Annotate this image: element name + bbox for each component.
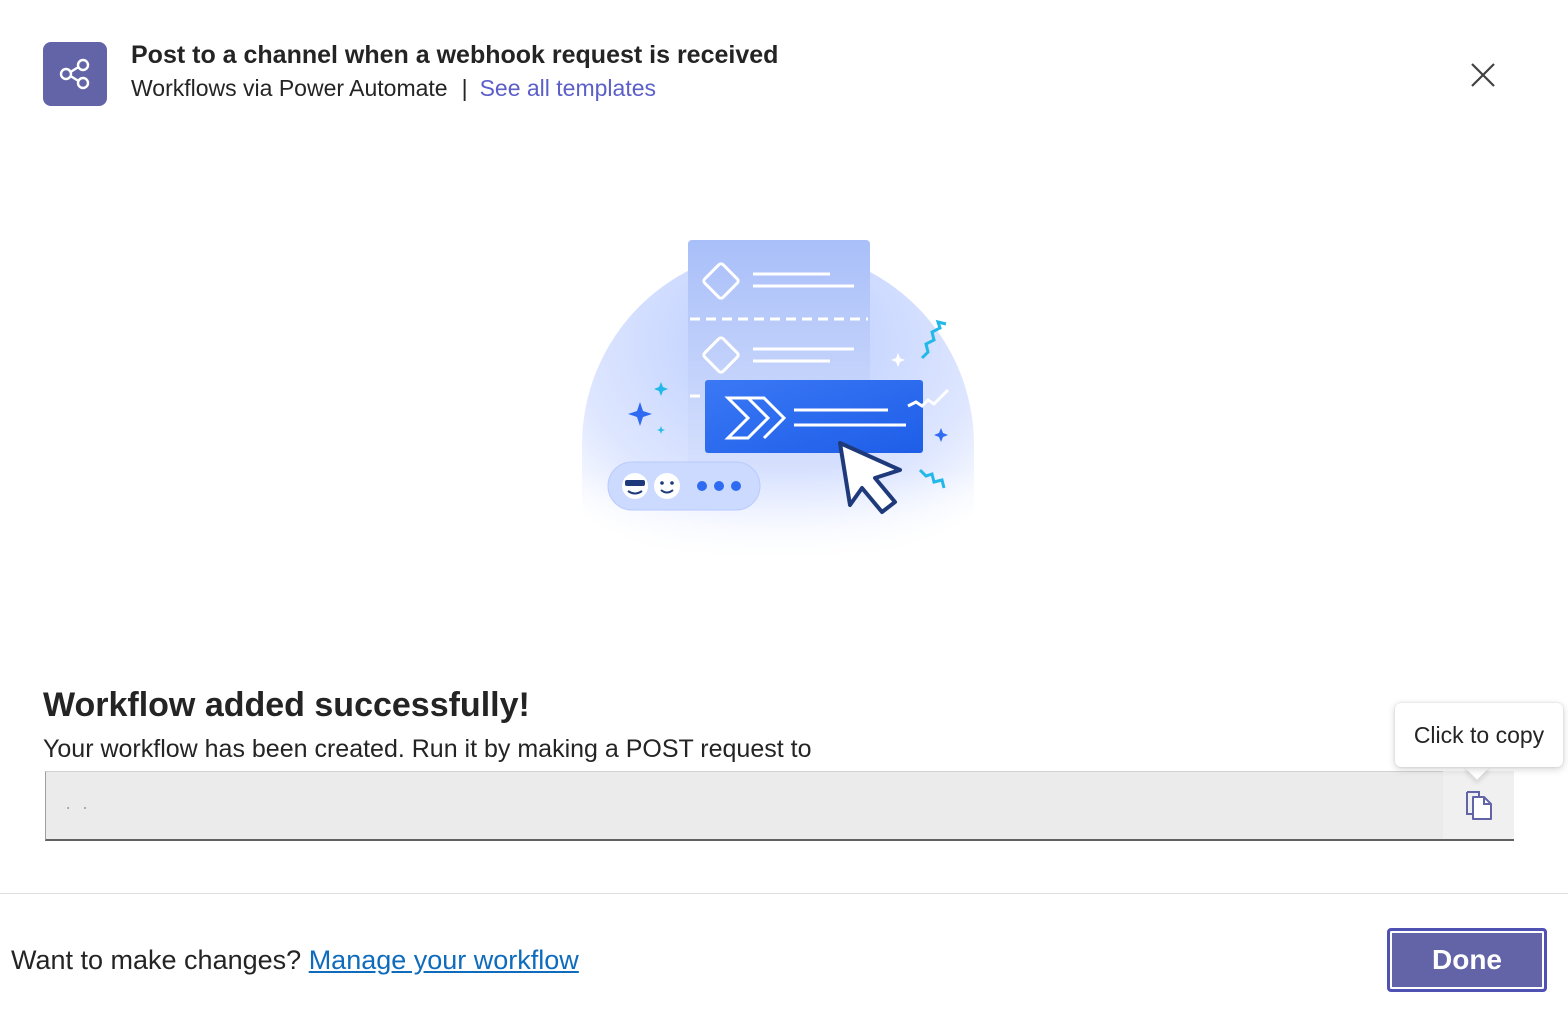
- dialog-subtitle: Workflows via Power Automate | See all tem…: [131, 75, 656, 102]
- footer-divider: [0, 893, 1568, 894]
- footer-prompt: Want to make changes? Manage your workfl…: [11, 945, 579, 976]
- footer-prompt-text: Want to make changes?: [11, 945, 302, 975]
- workflow-illustration: [570, 240, 990, 560]
- see-all-templates-link[interactable]: See all templates: [480, 75, 656, 101]
- app-icon: [43, 42, 107, 106]
- manage-workflow-link[interactable]: Manage your workflow: [309, 945, 579, 975]
- done-button[interactable]: Done: [1387, 928, 1547, 992]
- copy-tooltip: Click to copy: [1395, 703, 1563, 767]
- copy-icon: [1465, 791, 1492, 820]
- close-button[interactable]: [1462, 54, 1504, 96]
- subtitle-separator: |: [461, 75, 468, 101]
- success-title: Workflow added successfully!: [43, 686, 530, 724]
- share-nodes-icon: [59, 58, 90, 90]
- success-description: Your workflow has been created. Run it b…: [43, 735, 812, 763]
- copy-url-button[interactable]: [1443, 771, 1514, 841]
- dialog-title: Post to a channel when a webhook request…: [131, 41, 779, 69]
- webhook-url-field[interactable]: [45, 771, 1443, 841]
- subtitle-source: Workflows via Power Automate: [131, 75, 448, 101]
- close-icon: [1471, 63, 1495, 87]
